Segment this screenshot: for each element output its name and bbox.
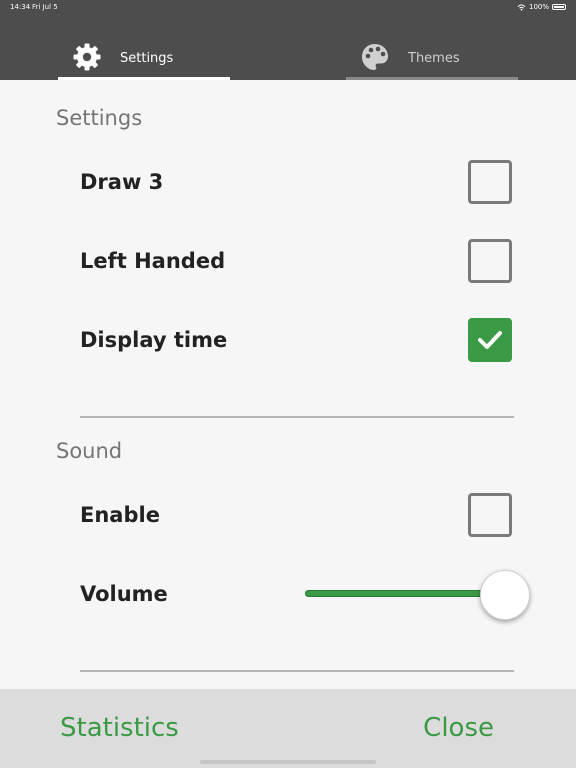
row-label-draw3: Draw 3	[80, 170, 164, 194]
tab-settings-indicator	[58, 77, 230, 80]
volume-slider-fill	[305, 590, 505, 597]
sound-enable-checkbox[interactable]	[468, 493, 512, 537]
battery-percent: 100%	[528, 3, 549, 11]
tab-themes-indicator	[346, 77, 518, 80]
divider-settings	[80, 416, 514, 418]
tab-settings[interactable]: Settings	[58, 40, 230, 80]
palette-icon	[362, 44, 388, 70]
row-label-left-handed: Left Handed	[80, 249, 226, 273]
battery-icon	[552, 4, 566, 10]
divider-sound	[80, 670, 514, 672]
display-time-checkbox[interactable]	[468, 318, 512, 362]
tab-themes-label: Themes	[408, 51, 460, 66]
gear-icon	[73, 43, 101, 71]
wifi-icon	[517, 3, 526, 11]
section-title-sound: Sound	[56, 439, 123, 463]
home-indicator	[200, 760, 376, 764]
close-button[interactable]: Close	[423, 713, 494, 743]
checkmark-icon	[478, 331, 502, 349]
row-label-display-time: Display time	[80, 328, 228, 352]
top-bar: 14:34 Fri Jul 5 100% Settings Themes	[0, 0, 576, 80]
status-right: 100%	[517, 3, 566, 11]
status-time: 14:34	[10, 3, 31, 11]
tab-settings-label: Settings	[120, 51, 174, 66]
statistics-button[interactable]: Statistics	[60, 713, 179, 743]
bottom-bar: Statistics Close	[0, 689, 576, 768]
draw3-checkbox[interactable]	[468, 160, 512, 204]
volume-slider-track[interactable]	[305, 590, 505, 597]
row-label-volume: Volume	[80, 582, 168, 606]
row-label-enable: Enable	[80, 503, 160, 527]
section-title-settings: Settings	[56, 106, 143, 130]
left-handed-checkbox[interactable]	[468, 239, 512, 283]
tab-themes[interactable]: Themes	[346, 40, 518, 80]
status-date: Fri Jul 5	[32, 3, 58, 11]
volume-slider-thumb[interactable]	[480, 570, 530, 620]
